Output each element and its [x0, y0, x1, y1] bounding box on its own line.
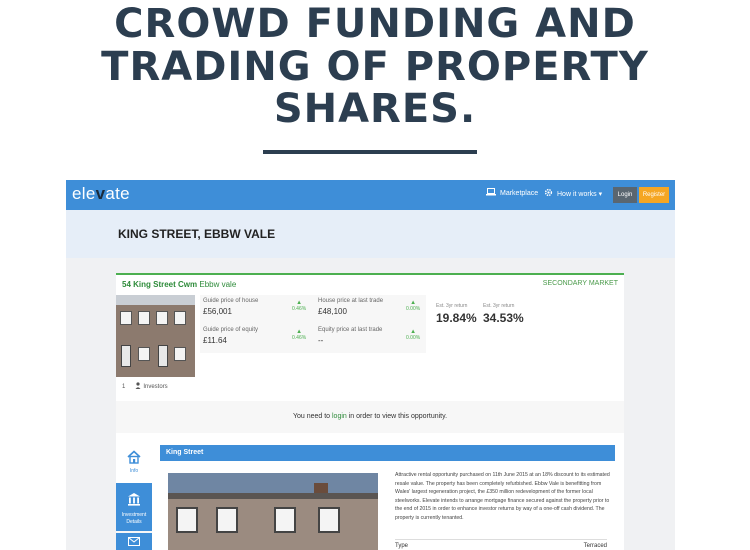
guide-price-equity-change-value: 0.46%: [292, 335, 307, 341]
property-description: Attractive rental opportunity purchased …: [395, 472, 610, 521]
guide-price-equity-value: £11.64: [203, 336, 227, 345]
gear-icon: [544, 188, 553, 199]
guide-price-house-change: ▲ 0.46%: [292, 300, 306, 312]
login-notice-after: in order to view this opportunity.: [346, 413, 448, 420]
market-badge: SECONDARY MARKET: [542, 280, 618, 287]
house-price-last-trade-label: House price at last trade: [318, 298, 384, 304]
home-icon: [127, 450, 141, 469]
property-thumbnail[interactable]: [116, 295, 195, 377]
section-header: King Street: [160, 445, 615, 461]
nav-how-it-works[interactable]: How it works ▾: [544, 188, 602, 199]
logo-part-2: v: [95, 184, 106, 203]
property-address: 54 King Street Cwm: [122, 280, 198, 289]
card-accent-line: [116, 273, 624, 275]
type-label: Type: [395, 543, 409, 549]
register-button[interactable]: Register: [639, 187, 669, 203]
house-price-last-trade-change-value: 0.00%: [406, 306, 421, 312]
house-price-last-trade-change: ▲ 0.00%: [406, 300, 420, 312]
elevate-logo[interactable]: elevate: [72, 184, 130, 204]
nav-marketplace[interactable]: Marketplace: [486, 188, 538, 198]
house-price-last-trade: House price at last trade £48,100: [318, 298, 383, 316]
equity-price-last-trade-label: Equity price at last trade: [318, 327, 383, 333]
property-area: Ebbw vale: [199, 280, 237, 289]
sidebar-item-info-label: Info: [129, 468, 139, 474]
sidebar-item-investment-label: Investment Details: [121, 512, 147, 525]
login-notice: You need to login in order to view this …: [116, 401, 624, 433]
detail-sidebar: Info Investment Details: [116, 443, 152, 550]
headline-line-1: CROWD FUNDING AND: [114, 1, 636, 47]
est-return-1-value: 19.84%: [436, 311, 477, 325]
house-price-last-trade-value: £48,100: [318, 307, 347, 316]
est-return-1-label: Est. 3yr return: [436, 303, 468, 309]
login-button[interactable]: Login: [613, 187, 637, 203]
mail-icon: [128, 537, 140, 548]
headline-line-3: SHARES.: [273, 86, 477, 132]
equity-price-last-trade-change: ▲ 0.00%: [406, 329, 420, 341]
sidebar-item-info[interactable]: Info: [116, 443, 152, 483]
login-link[interactable]: login: [332, 413, 347, 420]
guide-price-equity-change: ▲ 0.46%: [292, 329, 306, 341]
guide-price-house-value: £56,001: [203, 307, 232, 316]
laptop-icon: [486, 188, 496, 198]
top-navbar: elevate Marketplace How it works ▾ Login…: [66, 180, 675, 210]
login-notice-before: You need to: [292, 413, 332, 420]
nav-marketplace-label: Marketplace: [500, 189, 539, 197]
page-title: KING STREET, EBBW VALE: [118, 227, 276, 241]
investors-label: Investors: [143, 383, 168, 390]
logo-part-3: ate: [105, 184, 130, 203]
guide-price-house: Guide price of house £56,001: [203, 298, 258, 316]
property-title[interactable]: 54 King Street Cwm Ebbw vale: [122, 280, 236, 289]
equity-price-last-trade-change-value: 0.00%: [406, 335, 421, 341]
person-icon: [135, 382, 141, 391]
page-title-bar: KING STREET, EBBW VALE: [66, 210, 675, 258]
equity-price-last-trade-value: --: [318, 336, 324, 345]
guide-price-house-change-value: 0.46%: [292, 306, 307, 312]
property-card: 54 King Street Cwm Ebbw vale SECONDARY M…: [116, 273, 624, 550]
est-return-1: Est. 3yr return 19.84%: [436, 303, 477, 325]
investors-count: 1: [122, 383, 126, 390]
headline-divider: [263, 150, 477, 154]
est-return-2-value: 34.53%: [483, 311, 524, 325]
guide-price-equity: Guide price of equity £11.64: [203, 327, 258, 345]
type-row: Type Terraced: [395, 539, 607, 549]
type-value: Terraced: [583, 543, 607, 549]
price-stats: Guide price of house £56,001 ▲ 0.46% Hous…: [200, 295, 426, 353]
sidebar-item-mail[interactable]: [116, 533, 152, 550]
nav-how-it-works-label: How it works ▾: [557, 190, 603, 198]
logo-part-1: ele: [72, 184, 96, 203]
headline-line-2: TRADING OF PROPERTY: [101, 44, 649, 90]
equity-price-last-trade: Equity price at last trade --: [318, 327, 382, 345]
property-photo[interactable]: [168, 473, 378, 550]
est-return-2: Est. 3yr return 34.53%: [483, 303, 524, 325]
guide-price-house-label: Guide price of house: [203, 298, 259, 304]
app-screenshot: elevate Marketplace How it works ▾ Login…: [66, 180, 675, 550]
guide-price-equity-label: Guide price of equity: [203, 327, 259, 333]
investors-row: 1 Investors: [122, 382, 168, 391]
property-detail-section: King Street Attractive rental opportunit…: [160, 445, 615, 550]
sidebar-item-investment-details[interactable]: Investment Details: [116, 483, 152, 531]
bank-icon: [127, 492, 141, 511]
est-return-2-label: Est. 3yr return: [483, 303, 515, 309]
